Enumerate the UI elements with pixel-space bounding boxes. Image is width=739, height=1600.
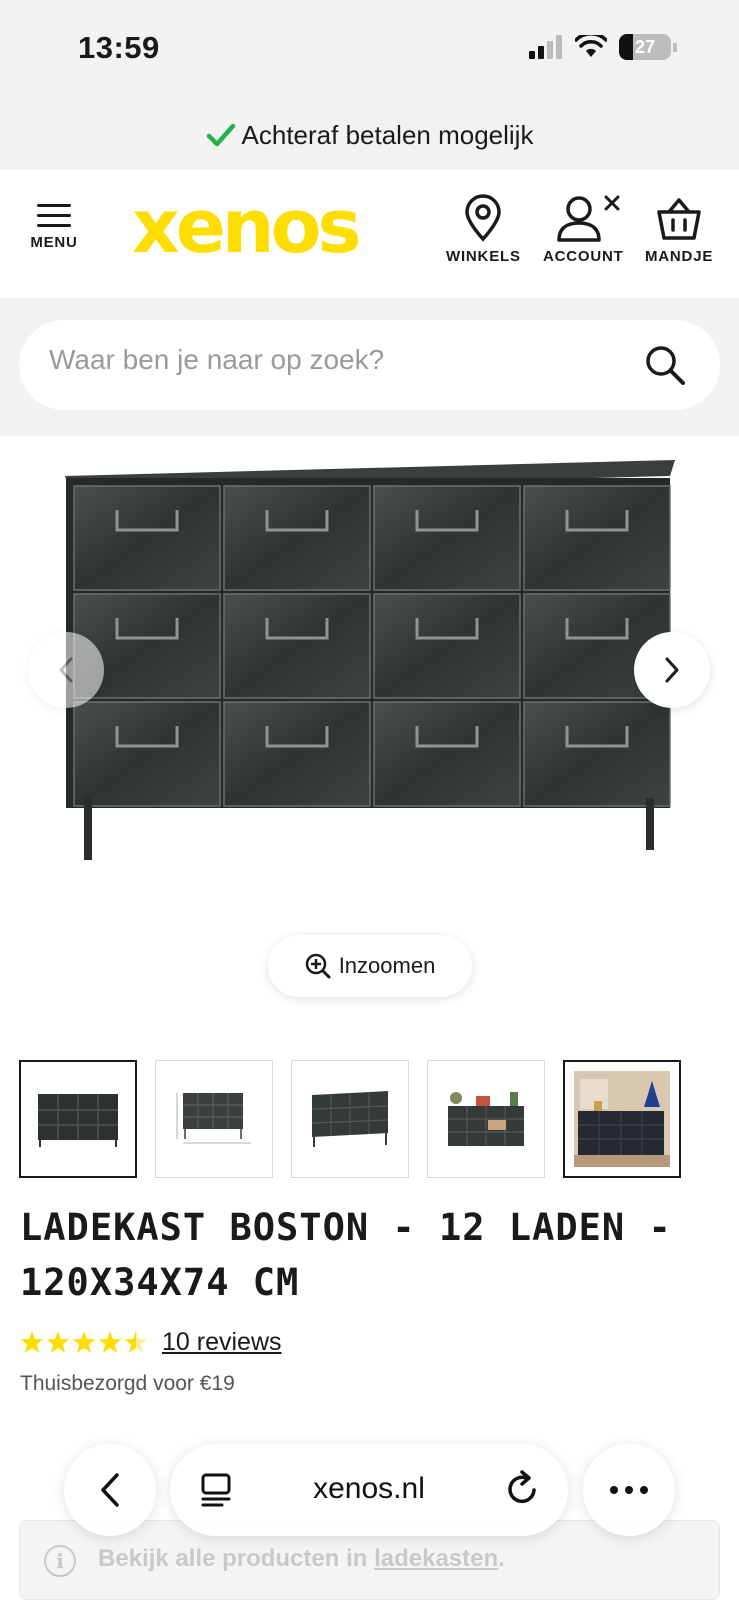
thumbnail-image bbox=[311, 1091, 389, 1147]
star-icon bbox=[46, 1330, 70, 1353]
star-icon bbox=[124, 1330, 148, 1353]
drawer bbox=[73, 701, 221, 807]
thumbnail-2[interactable] bbox=[155, 1060, 273, 1178]
thumbnail-strip bbox=[19, 1060, 681, 1178]
status-icons: 27 bbox=[529, 34, 677, 60]
wifi-icon bbox=[575, 35, 607, 57]
delivery-info: Thuisbezorgd voor €19 bbox=[20, 1372, 235, 1395]
site-header: MENU xenos WINKELS ACCOUNT MANDJE bbox=[0, 170, 739, 298]
drawer bbox=[373, 485, 521, 591]
more-dots-icon bbox=[610, 1486, 648, 1494]
drawer bbox=[523, 701, 671, 807]
gallery-prev-button[interactable] bbox=[28, 632, 104, 708]
star-icon bbox=[98, 1330, 122, 1353]
reviews-link[interactable]: 10 reviews bbox=[162, 1328, 282, 1357]
thumbnail-image bbox=[38, 1094, 118, 1147]
thumbnail-4[interactable] bbox=[427, 1060, 545, 1178]
nav-account[interactable]: ACCOUNT bbox=[543, 194, 624, 265]
zoom-in-icon bbox=[305, 953, 331, 979]
browser-back-button[interactable] bbox=[64, 1444, 156, 1536]
battery-tip bbox=[673, 42, 677, 52]
category-info-suffix: . bbox=[498, 1545, 505, 1572]
search-icon[interactable] bbox=[644, 344, 686, 386]
drawer bbox=[223, 593, 371, 699]
hamburger-icon bbox=[37, 204, 71, 227]
drawer bbox=[223, 701, 371, 807]
product-image[interactable] bbox=[0, 436, 739, 906]
chevron-left-icon bbox=[101, 1473, 119, 1507]
search-input[interactable] bbox=[49, 344, 609, 376]
category-info-prefix: Bekijk alle producten in bbox=[98, 1545, 375, 1572]
menu-button[interactable]: MENU bbox=[26, 204, 82, 251]
drawer bbox=[373, 701, 521, 807]
product-gallery: Inzoomen bbox=[0, 436, 739, 1016]
check-icon bbox=[206, 123, 235, 147]
promo-text: Achteraf betalen mogelijk bbox=[241, 119, 534, 150]
thumbnail-styled-image bbox=[448, 1092, 524, 1146]
reload-icon[interactable] bbox=[506, 1470, 540, 1506]
zoom-label: Inzoomen bbox=[338, 953, 436, 978]
xenos-logo[interactable]: xenos bbox=[132, 184, 361, 270]
browser-toolbar: xenos.nl bbox=[0, 1444, 739, 1544]
basket-icon bbox=[657, 198, 701, 240]
thumbnail-5[interactable] bbox=[563, 1060, 681, 1178]
thumbnail-3[interactable] bbox=[291, 1060, 409, 1178]
drawer bbox=[523, 485, 671, 591]
gallery-next-button[interactable] bbox=[634, 632, 710, 708]
battery-level: 27 bbox=[634, 37, 656, 57]
cellular-signal-icon bbox=[529, 35, 562, 59]
category-link[interactable]: ladekasten bbox=[374, 1545, 498, 1572]
menu-label: MENU bbox=[30, 234, 78, 251]
browser-address-bar[interactable]: xenos.nl bbox=[170, 1444, 568, 1536]
star-icon bbox=[72, 1330, 96, 1353]
status-bar: 13:59 27 bbox=[0, 0, 739, 100]
search-section bbox=[0, 298, 739, 436]
user-icon bbox=[557, 195, 620, 242]
category-info-text: Bekijk alle producten in ladekasten. bbox=[98, 1545, 505, 1573]
chevron-left-icon bbox=[59, 657, 73, 683]
nav-winkels[interactable]: WINKELS bbox=[446, 194, 521, 265]
nav-winkels-label: WINKELS bbox=[446, 248, 521, 265]
nav-mandje[interactable]: MANDJE bbox=[645, 194, 713, 265]
rating-row: 10 reviews bbox=[20, 1328, 282, 1357]
thumbnail-dimensions-image bbox=[176, 1093, 251, 1144]
thumbnail-1[interactable] bbox=[19, 1060, 137, 1178]
drawer bbox=[73, 485, 221, 591]
thumbnail-room-image bbox=[574, 1071, 670, 1167]
nav-account-label: ACCOUNT bbox=[543, 248, 624, 265]
location-pin-icon bbox=[465, 194, 502, 242]
zoom-button[interactable]: Inzoomen bbox=[268, 935, 472, 997]
product-title: LADEKAST BOSTON - 12 LADEN - 120X34X74 C… bbox=[20, 1206, 672, 1304]
search-box[interactable] bbox=[19, 320, 720, 410]
chevron-right-icon bbox=[665, 657, 679, 683]
drawer bbox=[373, 593, 521, 699]
browser-more-button[interactable] bbox=[583, 1444, 675, 1536]
battery-icon: 27 bbox=[619, 34, 671, 60]
star-rating-icon bbox=[20, 1330, 148, 1353]
promo-bar: Achteraf betalen mogelijk bbox=[0, 100, 739, 170]
drawer bbox=[223, 485, 371, 591]
star-icon bbox=[20, 1330, 44, 1353]
status-time: 13:59 bbox=[78, 30, 160, 65]
nav-mandje-label: MANDJE bbox=[645, 248, 714, 265]
info-icon: i bbox=[44, 1545, 76, 1577]
